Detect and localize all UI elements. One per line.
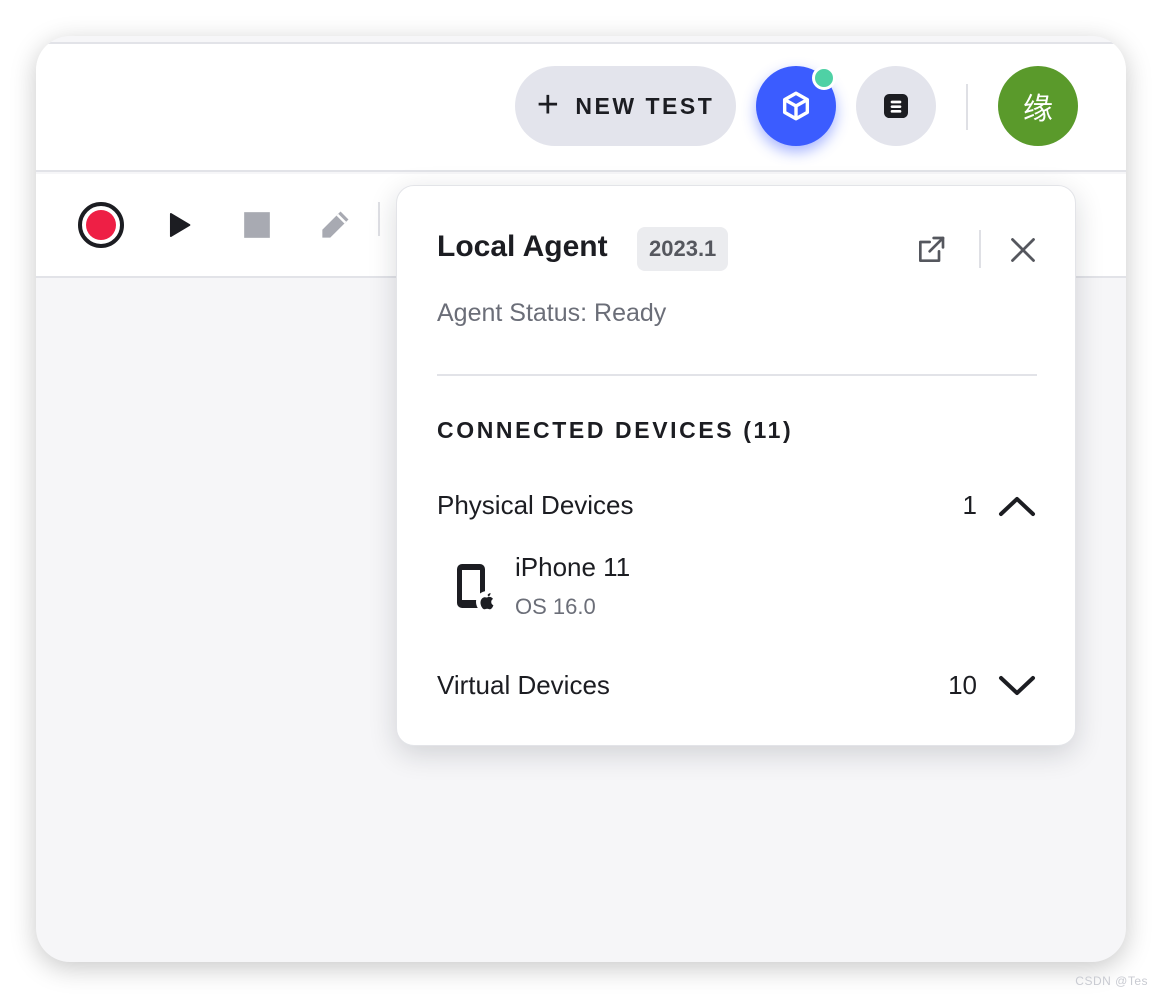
- panel-title: Local Agent: [437, 230, 608, 263]
- device-os: OS 16.0: [515, 594, 596, 619]
- record-icon: [78, 202, 124, 248]
- local-agent-button[interactable]: [756, 66, 836, 146]
- document-icon: [884, 94, 908, 118]
- virtual-devices-count: 10: [948, 670, 977, 700]
- panel-divider: [437, 374, 1037, 376]
- close-icon: [1011, 238, 1035, 262]
- local-agent-panel: Local Agent 2023.1 Agent Status: Ready C…: [396, 185, 1076, 746]
- open-external-button[interactable]: [913, 232, 949, 268]
- panel-header-divider: [979, 230, 981, 268]
- new-test-button[interactable]: + NEW TEST: [515, 66, 736, 146]
- close-panel-button[interactable]: [1005, 232, 1041, 268]
- agent-status: Agent Status: Ready: [437, 299, 667, 327]
- play-icon: [169, 213, 191, 237]
- virtual-devices-toggle[interactable]: Virtual Devices 10: [437, 666, 1037, 706]
- physical-devices-toggle[interactable]: Physical Devices 1: [437, 486, 1037, 526]
- logs-button[interactable]: [856, 66, 936, 146]
- watermark: CSDN @Tes: [1075, 974, 1148, 988]
- device-name: iPhone 11: [515, 552, 631, 582]
- chevron-up-icon: [997, 490, 1037, 522]
- device-list-item[interactable]: iPhone 11 OS 16.0: [453, 548, 1013, 619]
- new-test-label: NEW TEST: [575, 92, 715, 119]
- plus-icon: +: [536, 83, 562, 126]
- play-button[interactable]: [154, 200, 204, 250]
- iphone-apple-icon: [457, 564, 498, 613]
- chevron-down-icon: [997, 670, 1037, 702]
- agent-online-indicator: [812, 66, 836, 90]
- cube-icon: [782, 91, 810, 121]
- version-badge: 2023.1: [637, 227, 729, 271]
- physical-devices-count: 1: [962, 490, 977, 520]
- edit-button[interactable]: [310, 200, 360, 250]
- connected-devices-heading: CONNECTED DEVICES (11): [437, 417, 794, 443]
- user-avatar[interactable]: 缘: [998, 66, 1078, 146]
- record-button[interactable]: [76, 200, 126, 250]
- pencil-icon: [322, 211, 349, 238]
- virtual-devices-label: Virtual Devices: [437, 670, 610, 700]
- physical-devices-label: Physical Devices: [437, 490, 634, 520]
- external-link-icon: [919, 236, 945, 262]
- header-divider: [966, 84, 968, 130]
- stop-button[interactable]: [232, 200, 282, 250]
- app-header: + NEW TEST 缘: [36, 42, 1126, 172]
- toolbar-divider: [378, 202, 380, 236]
- stop-icon: [244, 212, 270, 238]
